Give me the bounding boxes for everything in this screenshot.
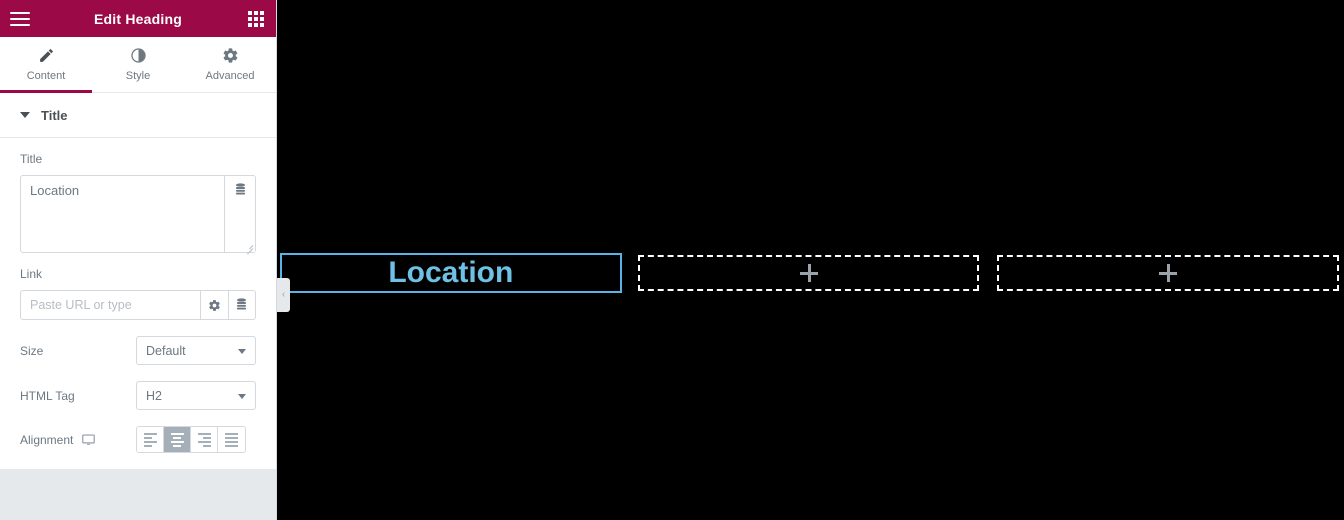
align-center-button[interactable] [164, 427, 191, 452]
align-justify-icon [225, 432, 238, 447]
link-dynamic-tag-button[interactable] [227, 291, 255, 319]
size-select-value: Default [146, 343, 186, 358]
alignment-button-group [136, 426, 246, 453]
canvas-section-row: Location [277, 253, 1344, 293]
grid-apps-icon [248, 10, 264, 27]
heading-widget-text: Location [388, 256, 514, 289]
link-input[interactable] [21, 291, 200, 319]
align-left-button[interactable] [137, 427, 164, 452]
caret-down-icon [238, 393, 246, 399]
plus-icon[interactable] [799, 264, 818, 282]
field-title: Title [20, 138, 256, 255]
canvas-column-empty-1[interactable] [637, 255, 980, 291]
row-size: Size Default [20, 320, 256, 365]
tab-style-label: Style [125, 70, 151, 82]
pencil-icon [39, 49, 53, 62]
chevron-left-icon: ‹ [281, 289, 286, 300]
row-alignment: Alignment [20, 410, 256, 453]
plus-icon[interactable] [1159, 264, 1178, 282]
tab-advanced[interactable]: Advanced [184, 37, 276, 92]
desktop-monitor-icon[interactable] [82, 433, 96, 446]
field-link: Link [20, 253, 256, 320]
panel-body: Title Link [0, 138, 276, 469]
field-title-label: Title [20, 152, 43, 166]
canvas-column-heading[interactable]: Location [280, 253, 622, 293]
panel-tabs: Content Style Advanced [0, 37, 276, 93]
panel-header: Edit Heading [0, 0, 276, 37]
size-select[interactable]: Default [136, 336, 256, 365]
html-tag-select[interactable]: H2 [136, 381, 256, 410]
widgets-panel-button[interactable] [236, 0, 276, 37]
align-justify-button[interactable] [218, 427, 245, 452]
panel-body-spacer [20, 453, 256, 469]
hamburger-icon [10, 11, 30, 26]
row-html-tag: HTML Tag H2 [20, 365, 256, 410]
align-right-icon [197, 432, 211, 447]
link-input-row [20, 290, 256, 320]
tab-content[interactable]: Content [0, 37, 92, 93]
html-tag-label: HTML Tag [20, 388, 75, 403]
tab-style[interactable]: Style [92, 37, 184, 92]
title-dynamic-tag-button[interactable] [224, 176, 255, 252]
size-label: Size [20, 343, 44, 358]
contrast-circle-icon [130, 48, 146, 63]
section-title-header[interactable]: Title [0, 93, 276, 138]
title-textarea-wrap [20, 175, 256, 255]
elementor-editor: Location ‹ Edit Heading Content Style Ad… [0, 0, 1344, 520]
panel-collapse-toggle[interactable]: ‹ [277, 278, 290, 312]
gear-icon [223, 48, 237, 63]
title-textarea[interactable] [21, 176, 224, 252]
tab-advanced-label: Advanced [205, 70, 255, 82]
database-stack-icon [237, 298, 247, 310]
canvas-column-empty-2[interactable] [997, 255, 1340, 291]
align-right-button[interactable] [191, 427, 218, 452]
panel-footer [0, 469, 276, 520]
alignment-label-wrap: Alignment [20, 433, 136, 447]
align-left-icon [143, 432, 157, 447]
caret-down-icon [20, 112, 30, 118]
panel-title: Edit Heading [94, 10, 182, 27]
alignment-label: Alignment [20, 432, 74, 447]
section-title-label: Title [41, 107, 68, 123]
editor-canvas[interactable]: Location [277, 0, 1344, 520]
gear-icon [208, 299, 220, 311]
database-stack-icon [235, 183, 245, 195]
tab-content-label: Content [26, 70, 66, 82]
panel-menu-button[interactable] [0, 0, 40, 37]
caret-down-icon [238, 348, 246, 354]
link-options-button[interactable] [200, 291, 228, 319]
editor-panel: Edit Heading Content Style Advanced Titl… [0, 0, 277, 520]
field-link-label: Link [20, 267, 43, 281]
align-center-icon [170, 432, 184, 447]
html-tag-select-value: H2 [146, 388, 162, 403]
